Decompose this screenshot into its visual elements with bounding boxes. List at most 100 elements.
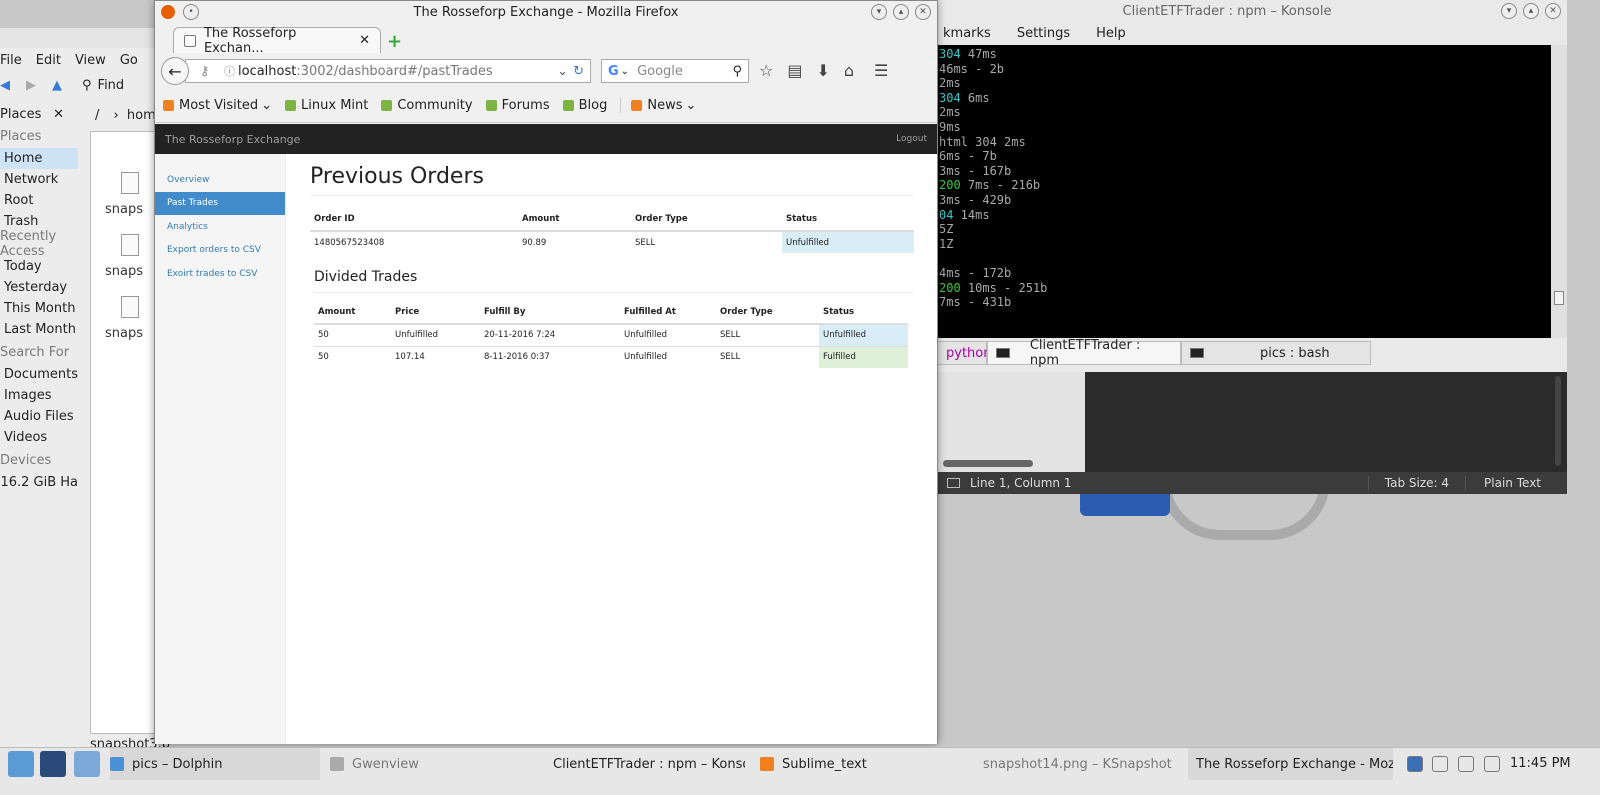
editor-scrollbar[interactable] bbox=[1555, 376, 1561, 466]
syntax-selector[interactable]: Plain Text bbox=[1465, 476, 1567, 490]
show-desktop-icon[interactable] bbox=[40, 751, 66, 777]
sidebar-item-overview[interactable]: Overview bbox=[155, 168, 285, 192]
sidebar-item-past-trades[interactable]: Past Trades bbox=[155, 191, 285, 215]
sublime-editor[interactable] bbox=[1085, 372, 1567, 472]
breadcrumb[interactable]: / › hom bbox=[95, 108, 156, 123]
sidebar-item-export-orders[interactable]: Export orders to CSV bbox=[155, 239, 285, 263]
bookmark-news[interactable]: News ⌄ bbox=[620, 98, 696, 113]
tab-close-icon[interactable]: ✕ bbox=[359, 33, 370, 48]
binoculars-icon[interactable]: ⚲ bbox=[732, 64, 742, 79]
find-button[interactable]: Find bbox=[98, 78, 125, 93]
tab-size[interactable]: Tab Size: 4 bbox=[1367, 476, 1465, 490]
bookmark-star-icon[interactable]: ☆ bbox=[759, 61, 773, 80]
logout-link[interactable]: Logout bbox=[896, 134, 927, 144]
search-audio[interactable]: Audio Files bbox=[0, 406, 78, 427]
konsole-menu-help[interactable]: Help bbox=[1096, 26, 1126, 41]
recent-yesterday[interactable]: Yesterday bbox=[0, 277, 78, 298]
reading-list-icon[interactable]: ▤ bbox=[787, 61, 802, 80]
sidebar-scrollbar[interactable] bbox=[943, 460, 1033, 467]
terminal-output[interactable]: 304 47ms 46ms - 2b 2ms 304 6ms 2ms 9ms html 30… bbox=[937, 45, 1551, 338]
scrollbar-handle[interactable] bbox=[1554, 291, 1564, 305]
browser-tab[interactable]: The Rosseforp Exchan... ✕ bbox=[173, 26, 381, 56]
table-row[interactable]: 1480567523408 90.89 SELL Unfulfilled bbox=[310, 230, 914, 253]
place-root[interactable]: Root bbox=[0, 190, 78, 211]
bookmark-most-visited[interactable]: Most Visited ⌄ bbox=[163, 98, 272, 113]
minimize-icon[interactable]: ▾ bbox=[1501, 3, 1517, 19]
google-icon[interactable]: G bbox=[608, 64, 619, 79]
file-manager-icon[interactable] bbox=[74, 751, 100, 777]
search-videos[interactable]: Videos bbox=[0, 427, 78, 448]
file-item[interactable]: snaps bbox=[105, 202, 143, 217]
bookmark-forums[interactable]: Forums bbox=[485, 98, 550, 113]
table-row[interactable]: 50 107.14 8-11-2016 0:37 Unfulfilled SEL… bbox=[314, 345, 908, 368]
dropdown-icon[interactable]: ⌄ bbox=[557, 64, 568, 79]
place-home[interactable]: Home bbox=[0, 148, 78, 169]
recent-last-month[interactable]: Last Month bbox=[0, 319, 78, 340]
konsole-menu-bookmarks[interactable]: kmarks bbox=[943, 26, 991, 41]
search-engine-dropdown-icon[interactable]: ⌄ bbox=[621, 66, 629, 77]
recent-today[interactable]: Today bbox=[0, 256, 78, 277]
task-ksnapshot[interactable]: snapshot14.png – KSnapshot bbox=[975, 748, 1172, 780]
dolphin-window: File Edit View Go ◀ ▶ ▲ ⚲ Find Places ✕ … bbox=[0, 28, 170, 752]
konsole-tab-npm[interactable]: ClientETFTrader : npm bbox=[987, 338, 1181, 368]
search-documents[interactable]: Documents bbox=[0, 364, 78, 385]
volume-icon[interactable] bbox=[1458, 756, 1474, 772]
network-icon[interactable] bbox=[1484, 756, 1500, 772]
task-dolphin[interactable]: pics – Dolphin bbox=[110, 748, 320, 780]
bookmark-community[interactable]: Community bbox=[381, 98, 473, 113]
dolphin-menu-go[interactable]: Go bbox=[120, 53, 138, 68]
clock[interactable]: 11:45 PM bbox=[1510, 756, 1571, 771]
page-viewport: The Rosseforp Exchange Logout Overview P… bbox=[155, 124, 937, 744]
task-firefox[interactable]: The Rosseforp Exchange - Mozi bbox=[1188, 748, 1393, 780]
mint-menu-icon[interactable] bbox=[8, 751, 34, 777]
menu-dot-icon[interactable]: • bbox=[183, 4, 199, 20]
close-icon[interactable]: ✕ bbox=[915, 4, 931, 20]
url-bar[interactable]: ⚷ ⓘ localhost:3002/dashboard#/pastTrades… bbox=[185, 59, 591, 83]
dolphin-menu-file[interactable]: File bbox=[0, 53, 22, 68]
task-gwenview[interactable]: Gwenview bbox=[330, 748, 530, 780]
maximize-icon[interactable]: ▴ bbox=[893, 4, 909, 20]
reload-icon[interactable]: ↻ bbox=[573, 64, 584, 79]
place-network[interactable]: Network bbox=[0, 169, 78, 190]
download-icon[interactable]: ⬇ bbox=[816, 61, 829, 80]
recent-this-month[interactable]: This Month bbox=[0, 298, 78, 319]
konsole-tab-bash[interactable]: pics : bash bbox=[1181, 341, 1371, 365]
forward-arrow-icon[interactable]: ▶ bbox=[26, 78, 36, 93]
sidebar-item-export-trades[interactable]: Exoirt trades to CSV bbox=[155, 262, 285, 286]
sidebar-item-analytics[interactable]: Analytics bbox=[155, 215, 285, 239]
close-icon[interactable]: ✕ bbox=[53, 107, 64, 122]
search-bar[interactable]: G ⌄ Google ⚲ bbox=[601, 59, 749, 83]
file-view[interactable]: snaps snaps snaps bbox=[90, 131, 160, 734]
dolphin-menu-view[interactable]: View bbox=[75, 53, 106, 68]
task-konsole[interactable]: ClientETFTrader : npm – Konsol bbox=[545, 748, 745, 780]
bookmark-linux-mint[interactable]: Linux Mint bbox=[285, 98, 368, 113]
breadcrumb-root[interactable]: / bbox=[95, 108, 99, 123]
app-brand[interactable]: The Rosseforp Exchange bbox=[165, 133, 300, 146]
search-images[interactable]: Images bbox=[0, 385, 78, 406]
dolphin-menu-edit[interactable]: Edit bbox=[36, 53, 61, 68]
maximize-icon[interactable]: ▴ bbox=[1523, 3, 1539, 19]
terminal-scrollbar[interactable] bbox=[1551, 45, 1567, 338]
panel-toggle-icon[interactable] bbox=[947, 478, 960, 488]
device-hdd[interactable]: 16.2 GiB Ha bbox=[0, 472, 78, 493]
hamburger-menu-icon[interactable]: ☰ bbox=[874, 61, 888, 80]
home-icon[interactable]: ⌂ bbox=[844, 61, 854, 80]
konsole-tab-python[interactable]: python bbox=[937, 341, 991, 365]
back-arrow-icon[interactable]: ◀ bbox=[0, 78, 10, 93]
up-arrow-icon[interactable]: ▲ bbox=[52, 78, 62, 93]
column-header: Price bbox=[391, 301, 480, 325]
new-tab-icon[interactable]: + bbox=[387, 31, 402, 52]
shield-icon[interactable] bbox=[1407, 756, 1423, 772]
file-item[interactable]: snaps bbox=[105, 264, 143, 279]
clipboard-icon[interactable] bbox=[1432, 756, 1448, 772]
file-item[interactable]: snaps bbox=[105, 326, 143, 341]
close-icon[interactable]: ✕ bbox=[1545, 3, 1561, 19]
table-row[interactable]: 50 Unfulfilled 20-11-2016 7:24 Unfulfill… bbox=[314, 323, 908, 346]
back-button[interactable]: ← bbox=[161, 57, 189, 85]
konsole-menu-settings[interactable]: Settings bbox=[1017, 26, 1070, 41]
site-info-icon[interactable]: ⓘ bbox=[224, 63, 235, 79]
breadcrumb-home[interactable]: hom bbox=[127, 108, 156, 123]
bookmark-blog[interactable]: Blog bbox=[562, 98, 607, 113]
minimize-icon[interactable]: ▾ bbox=[871, 4, 887, 20]
task-sublime[interactable]: Sublime_text bbox=[760, 748, 960, 780]
